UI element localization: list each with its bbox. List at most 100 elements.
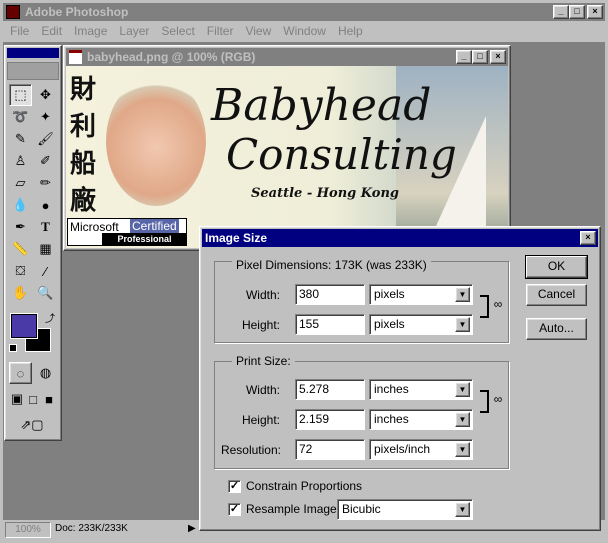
full-screen-icon[interactable]: ■ xyxy=(41,388,57,410)
doc-minimize-button[interactable]: _ xyxy=(456,50,472,64)
menu-bar: File Edit Image Layer Select Filter View… xyxy=(5,24,368,42)
print-width-unit-select[interactable]: inches ▼ xyxy=(369,379,473,400)
marquee-tool-icon[interactable]: ⬚ xyxy=(9,84,32,106)
ok-button[interactable]: OK xyxy=(526,256,587,278)
rubber-stamp-tool-icon[interactable]: ♙ xyxy=(9,150,32,172)
resolution-unit-select[interactable]: pixels/inch ▼ xyxy=(369,439,473,460)
resolution-input[interactable]: 72 xyxy=(295,439,365,460)
toolbox-title[interactable] xyxy=(7,48,59,58)
print-width-label: Width: xyxy=(245,383,280,397)
print-height-unit-select[interactable]: inches ▼ xyxy=(369,409,473,430)
menu-layer[interactable]: Layer xyxy=(114,24,154,42)
dropdown-arrow-icon[interactable]: ▼ xyxy=(455,317,470,332)
dropdown-arrow-icon[interactable]: ▼ xyxy=(455,412,470,427)
resample-method-select[interactable]: Bicubic ▼ xyxy=(337,499,473,520)
quick-mask-mode-icon[interactable]: ◍ xyxy=(34,362,57,384)
menu-edit[interactable]: Edit xyxy=(36,24,67,42)
zoom-level-field[interactable]: 100% xyxy=(5,522,51,538)
document-title-bar[interactable]: babyhead.png @ 100% (RGB) _ □ × xyxy=(66,48,508,66)
document-window: babyhead.png @ 100% (RGB) _ □ × 財利船廠 Bab… xyxy=(63,45,511,251)
document-icon xyxy=(69,50,82,64)
link-bracket xyxy=(480,390,489,413)
pixel-width-unit-select[interactable]: pixels ▼ xyxy=(369,284,473,305)
menu-help[interactable]: Help xyxy=(333,24,368,42)
history-brush-tool-icon[interactable]: ✐ xyxy=(34,150,57,172)
eyedropper-tool-icon[interactable]: ⁄ xyxy=(34,260,57,282)
pixel-height-unit-select[interactable]: pixels ▼ xyxy=(369,314,473,335)
app-title: Adobe Photoshop xyxy=(25,5,129,19)
toolbox: ⬚ ✥ ➰ ✦ ✎ 🖌 ♙ ✐ ▱ ✏ 💧 ● ✒ T 📏 ▦ ⛋ ⁄ ✋ 🔍 … xyxy=(4,45,62,441)
headline-babyhead: Babyhead xyxy=(211,80,432,131)
type-tool-icon[interactable]: T xyxy=(34,216,57,238)
chain-link-icon: ∞ xyxy=(491,297,505,311)
dropdown-arrow-icon[interactable]: ▼ xyxy=(455,287,470,302)
menu-window[interactable]: Window xyxy=(278,24,331,42)
standard-screen-icon[interactable]: ▣ xyxy=(9,388,25,410)
standard-mode-icon[interactable]: ◌ xyxy=(9,362,32,384)
resolution-label: Resolution: xyxy=(220,443,281,457)
cancel-button[interactable]: Cancel xyxy=(526,284,587,306)
blur-tool-icon[interactable]: 💧 xyxy=(9,194,32,216)
status-menu-arrow-icon[interactable]: ▶ xyxy=(188,523,196,534)
pixel-height-label: Height: xyxy=(241,318,280,332)
menu-view[interactable]: View xyxy=(240,24,276,42)
measure-tool-icon[interactable]: 📏 xyxy=(9,238,32,260)
gradient-tool-icon[interactable]: ▦ xyxy=(34,238,57,260)
jump-to-imageready-icon[interactable]: ⇗▢ xyxy=(9,414,55,436)
adobe-logo[interactable] xyxy=(7,62,59,80)
constrain-proportions-label[interactable]: Constrain Proportions xyxy=(246,479,362,493)
constrain-proportions-checkbox[interactable]: ✓ xyxy=(228,480,241,493)
paint-bucket-tool-icon[interactable]: ⛋ xyxy=(9,260,32,282)
chinese-name-text: 財利船廠 xyxy=(70,75,97,216)
mcp-badge: Microsoft Certified Professional xyxy=(67,218,187,246)
minimize-button[interactable]: _ xyxy=(553,5,569,19)
doc-size-readout: Doc: 233K/233K xyxy=(55,523,128,534)
print-width-input[interactable]: 5.278 xyxy=(295,379,365,400)
resample-image-label[interactable]: Resample Image: xyxy=(246,502,340,516)
auto-button[interactable]: Auto... xyxy=(526,318,587,340)
chain-link-icon: ∞ xyxy=(491,392,505,406)
doc-close-button[interactable]: × xyxy=(490,50,506,64)
pixel-height-input[interactable]: 155 xyxy=(295,314,365,335)
print-height-input[interactable]: 2.159 xyxy=(295,409,365,430)
close-button[interactable]: × xyxy=(587,5,603,19)
pixel-width-label: Width: xyxy=(245,288,280,302)
menu-filter[interactable]: Filter xyxy=(202,24,239,42)
maximize-button[interactable]: □ xyxy=(569,5,585,19)
print-size-label: Print Size: xyxy=(232,354,295,368)
headline-consulting: Consulting xyxy=(226,130,457,179)
dialog-close-button[interactable]: × xyxy=(580,231,596,245)
dropdown-arrow-icon[interactable]: ▼ xyxy=(455,382,470,397)
default-colors-icon[interactable] xyxy=(9,344,17,352)
menu-select[interactable]: Select xyxy=(156,24,199,42)
dropdown-arrow-icon[interactable]: ▼ xyxy=(455,442,470,457)
lasso-tool-icon[interactable]: ➰ xyxy=(9,106,32,128)
dialog-title: Image Size xyxy=(205,231,268,245)
swap-colors-icon[interactable]: ⤴ xyxy=(45,310,55,325)
zoom-tool-icon[interactable]: 🔍 xyxy=(34,282,57,304)
document-title: babyhead.png @ 100% (RGB) xyxy=(87,50,256,64)
hand-tool-icon[interactable]: ✋ xyxy=(9,282,32,304)
menu-image[interactable]: Image xyxy=(69,24,112,42)
photoshop-icon xyxy=(6,5,20,19)
doc-maximize-button[interactable]: □ xyxy=(472,50,488,64)
foreground-color-swatch[interactable] xyxy=(11,314,37,338)
tagline: Seattle - Hong Kong xyxy=(251,186,399,201)
dodge-tool-icon[interactable]: ● xyxy=(34,194,57,216)
resample-image-checkbox[interactable]: ✓ xyxy=(228,503,241,516)
eraser-tool-icon[interactable]: ▱ xyxy=(9,172,32,194)
pen-tool-icon[interactable]: ✒ xyxy=(9,216,32,238)
dropdown-arrow-icon[interactable]: ▼ xyxy=(455,502,470,517)
dialog-title-bar[interactable]: Image Size × xyxy=(202,229,598,247)
image-canvas[interactable]: 財利船廠 Babyhead Consulting Seattle - Hong … xyxy=(66,66,508,248)
move-tool-icon[interactable]: ✥ xyxy=(34,84,57,106)
airbrush-tool-icon[interactable]: ✎ xyxy=(9,128,32,150)
paintbrush-tool-icon[interactable]: 🖌 xyxy=(34,128,57,150)
pixel-width-input[interactable]: 380 xyxy=(295,284,365,305)
pixel-dimensions-label: Pixel Dimensions: 173K (was 233K) xyxy=(232,258,431,272)
full-screen-menu-icon[interactable]: □ xyxy=(25,388,41,410)
menu-file[interactable]: File xyxy=(5,24,34,42)
magic-wand-tool-icon[interactable]: ✦ xyxy=(34,106,57,128)
app-title-bar: Adobe Photoshop _ □ × xyxy=(3,3,605,21)
pencil-tool-icon[interactable]: ✏ xyxy=(34,172,57,194)
